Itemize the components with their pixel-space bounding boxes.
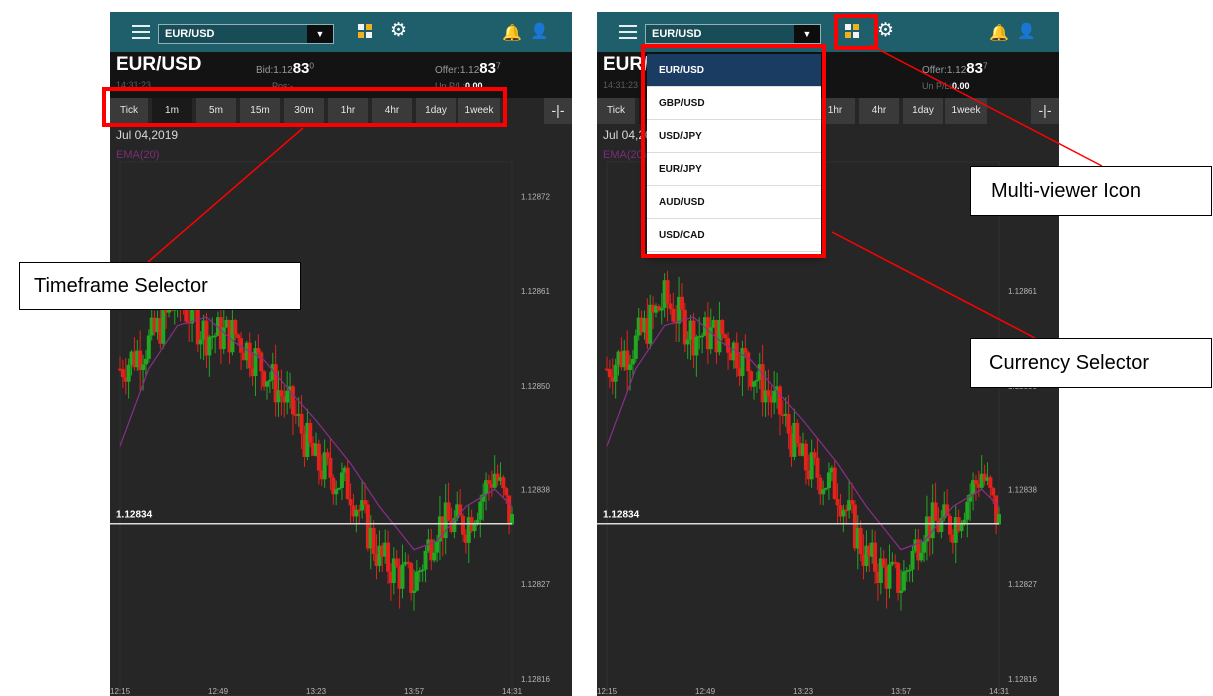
leader-line-currency [831,231,1036,339]
leader-line-multiviewer [869,44,1103,167]
highlight-currency-selector [641,44,826,258]
leader-line-timeframe [147,127,304,263]
callout-multiviewer-icon: Multi-viewer Icon [970,166,1212,216]
callout-timeframe-selector: Timeframe Selector [19,262,301,310]
highlight-multiviewer-icon [834,14,878,50]
highlight-timeframe-selector [102,87,507,127]
callout-currency-selector: Currency Selector [970,338,1212,388]
